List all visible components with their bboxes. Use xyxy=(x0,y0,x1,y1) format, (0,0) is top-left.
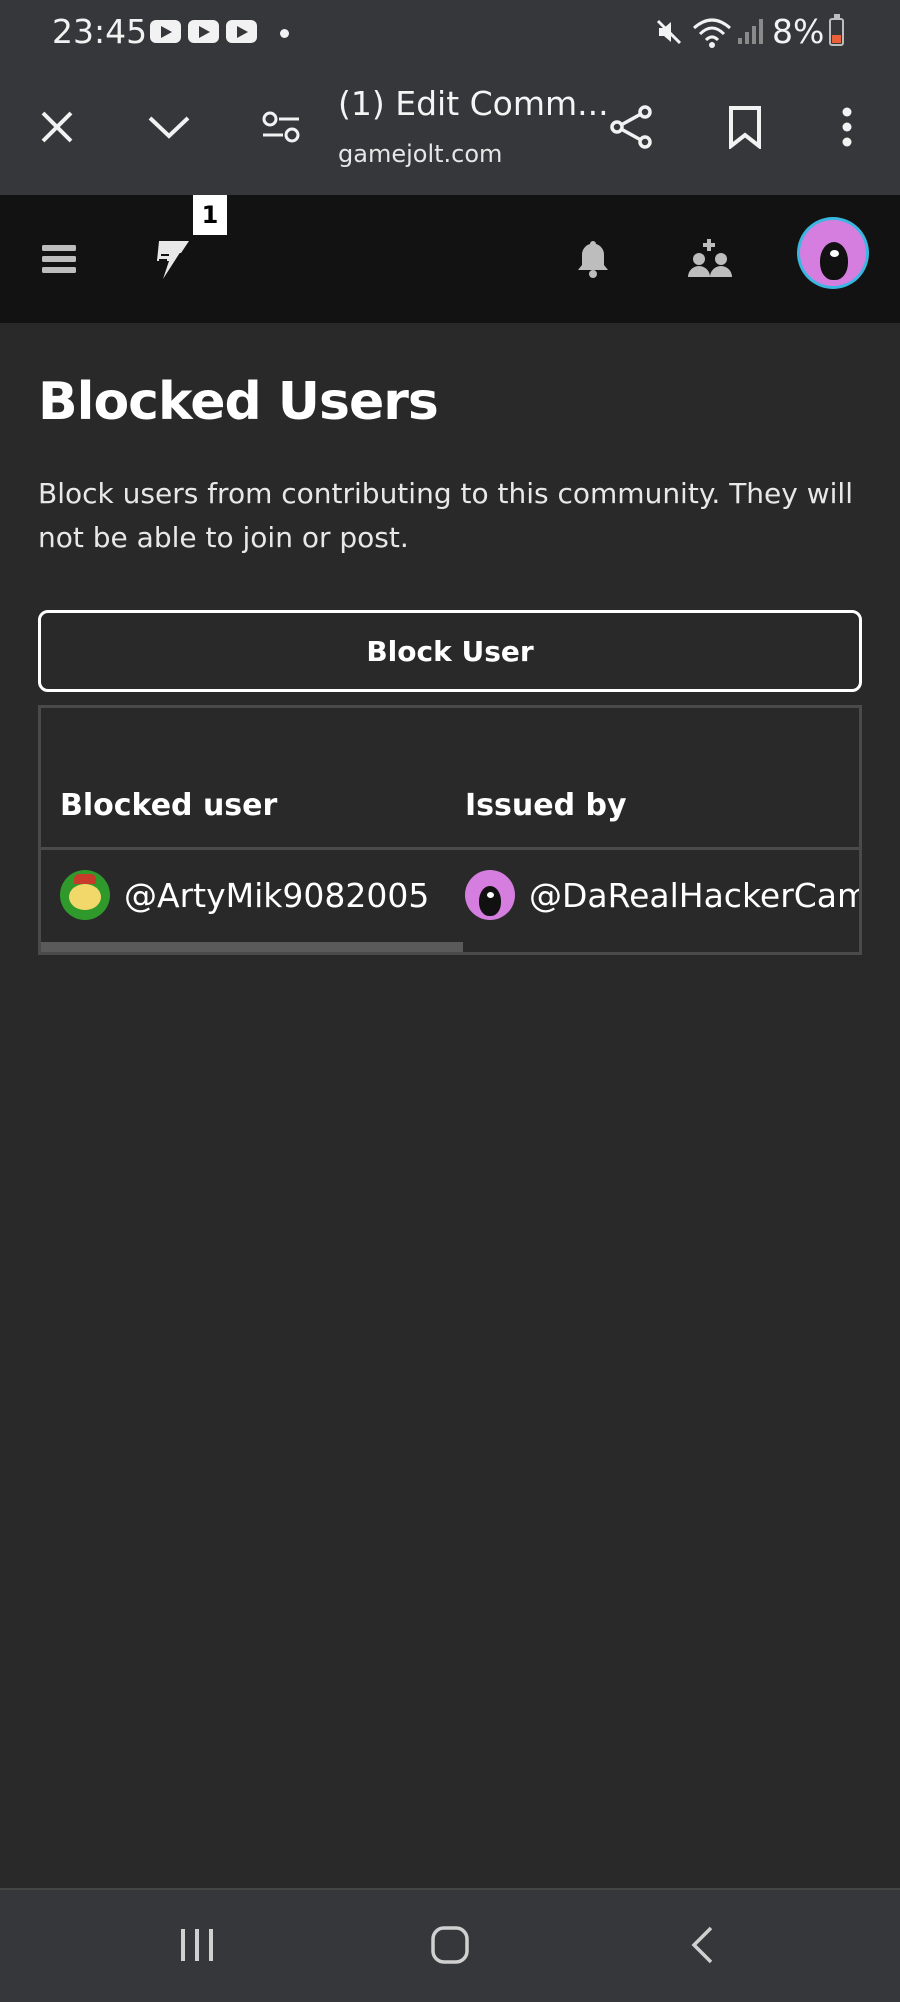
gamejolt-logo-icon xyxy=(157,241,189,279)
issued-by-cell[interactable]: @DaRealHackerCam xyxy=(465,870,859,920)
blocked-user-name[interactable]: @ArtyMik9082005 xyxy=(124,876,429,915)
column-header-blocked-user: Blocked user xyxy=(60,788,278,823)
more-icon xyxy=(842,107,852,147)
notification-dot-icon xyxy=(280,29,289,38)
page-title: Blocked Users xyxy=(38,372,439,432)
chevron-down-icon xyxy=(148,116,190,139)
blocked-users-table[interactable]: Blocked user Issued by @ArtyMik9082005 @… xyxy=(38,705,862,955)
block-user-button[interactable]: Block User xyxy=(38,610,862,692)
battery-icon xyxy=(829,14,844,46)
issuer-avatar xyxy=(465,870,515,920)
scrollbar-thumb[interactable] xyxy=(41,942,463,952)
status-bar: 23:45 8% xyxy=(0,0,900,66)
tab-title[interactable]: (1) Edit Comm... xyxy=(338,84,609,123)
system-navigation-bar xyxy=(0,1888,900,2002)
horizontal-scrollbar[interactable] xyxy=(41,942,859,952)
user-avatar[interactable] xyxy=(800,220,866,286)
share-button[interactable] xyxy=(596,92,666,162)
header-divider xyxy=(41,847,859,850)
recent-apps-button[interactable] xyxy=(157,1910,237,1980)
menu-button[interactable] xyxy=(24,224,94,294)
blocked-user-cell[interactable]: @ArtyMik9082005 xyxy=(60,870,429,920)
notifications-button[interactable] xyxy=(558,224,628,294)
issuer-name[interactable]: @DaRealHackerCam xyxy=(529,876,859,915)
close-tab-button[interactable] xyxy=(22,92,92,162)
home-icon xyxy=(431,1926,469,1964)
battery-percentage: 8% xyxy=(772,12,825,51)
collapse-button[interactable] xyxy=(134,92,204,162)
back-icon xyxy=(691,1926,713,1964)
bell-icon xyxy=(578,241,608,278)
page-settings-icon xyxy=(262,111,300,143)
wifi-icon xyxy=(693,18,731,48)
site-header: 1 xyxy=(0,195,900,323)
more-options-button[interactable] xyxy=(812,92,882,162)
bookmark-button[interactable] xyxy=(710,92,780,162)
page-settings-button[interactable] xyxy=(246,92,316,162)
notification-count-badge: 1 xyxy=(193,195,227,235)
signal-icon xyxy=(738,19,763,44)
close-icon xyxy=(41,111,73,143)
friends-button[interactable] xyxy=(675,224,745,294)
friends-icon xyxy=(688,239,732,277)
mute-icon xyxy=(656,19,682,45)
home-button[interactable] xyxy=(410,1910,490,1980)
recent-apps-icon xyxy=(181,1929,213,1961)
menu-icon xyxy=(42,245,76,273)
bookmark-icon xyxy=(729,106,761,149)
youtube-icon xyxy=(188,20,219,43)
youtube-icon xyxy=(226,20,257,43)
back-button[interactable] xyxy=(662,1910,742,1980)
browser-toolbar: (1) Edit Comm... gamejolt.com xyxy=(0,66,900,195)
column-header-issued-by: Issued by xyxy=(465,788,627,823)
page-description: Block users from contributing to this co… xyxy=(38,477,853,554)
status-time: 23:45 xyxy=(52,12,148,51)
youtube-icon xyxy=(150,20,181,43)
blocked-user-avatar xyxy=(60,870,110,920)
url-text[interactable]: gamejolt.com xyxy=(338,140,502,168)
share-icon xyxy=(610,105,652,149)
